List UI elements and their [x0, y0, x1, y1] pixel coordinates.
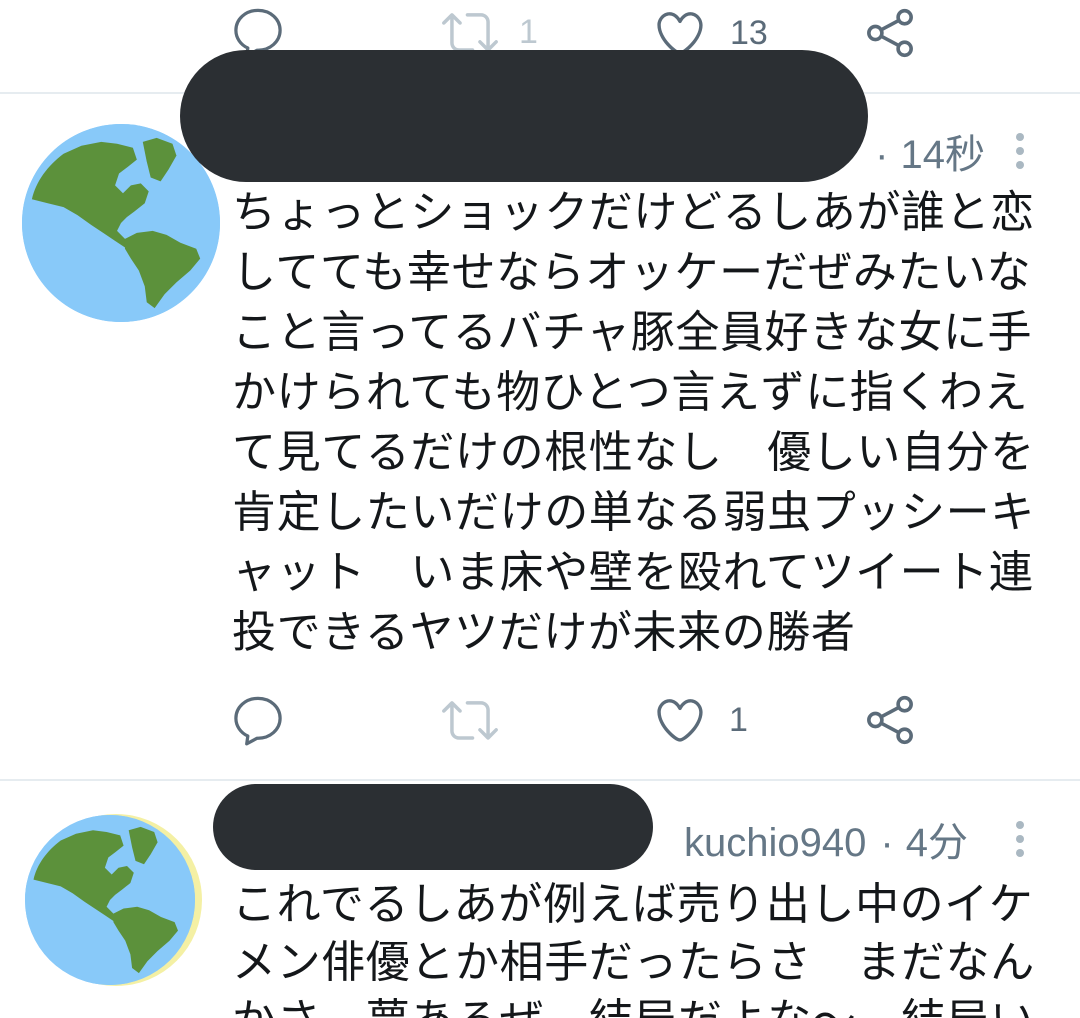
tweet-text: これでるしあが例えば売り出し中のイケ メン俳優とか相手だったらさ まだなん かさ…	[232, 876, 1062, 1018]
tweet-text-line: 投できるヤツだけが未来の勝者	[232, 608, 856, 657]
retweet-button[interactable]	[440, 690, 500, 750]
tweet-text-line: 肯定したいだけの単なる弱虫プッシーキ	[232, 488, 1035, 537]
avatar[interactable]	[22, 124, 220, 322]
share-icon	[867, 8, 913, 58]
tweet[interactable]: · 14秒 ちょっとショックだけどるしあが誰と恋 してても幸せならオッケーだぜみた…	[0, 94, 1080, 779]
tweet-text-line: メン俳優とか相手だったらさ まだなん	[232, 938, 1035, 987]
meta-separator: ·	[880, 821, 894, 865]
like-count: 13	[730, 14, 768, 52]
more-options-button[interactable]	[1004, 814, 1036, 864]
more-options-button[interactable]	[1004, 126, 1036, 176]
earth-globe-icon	[22, 124, 220, 322]
meta-separator: ·	[875, 133, 889, 177]
redacted-author-name	[213, 784, 653, 870]
like-count: 1	[729, 701, 748, 739]
user-handle[interactable]: kuchio940	[684, 821, 866, 865]
tweet-text-line: してても幸せならオッケーだぜみたいな	[232, 248, 1032, 297]
like-button[interactable]	[650, 690, 710, 750]
tweet-meta: kuchio940 · 4分	[684, 819, 968, 867]
tweet-text-line: ャット いま床や壁を殴れてツイート連	[232, 548, 1034, 597]
share-button[interactable]	[860, 690, 920, 750]
reply-icon	[234, 696, 282, 746]
share-button[interactable]	[860, 3, 920, 63]
retweet-icon	[442, 701, 498, 740]
timestamp[interactable]: 14秒	[901, 133, 986, 177]
tweet-actions: 1	[0, 688, 1080, 754]
timestamp[interactable]: 4分	[906, 821, 968, 865]
tweet-text-line: て見てるだけの根性なし 優しい自分を	[232, 428, 1035, 477]
tweet-text-line: ちょっとショックだけどるしあが誰と恋	[232, 188, 1035, 237]
more-options-icon	[1016, 133, 1024, 169]
timeline: 1 13 · 14秒 ちょっとショックだけどるしあが誰と恋 してても幸せならオッ…	[0, 0, 1080, 1018]
tweet-text-line: かさ 夢あるぜ 結局だよな〜 結局い	[232, 992, 1062, 1018]
tweet-text-line: かけられても物ひとつ言えずに指くわえ	[232, 368, 1029, 417]
reply-button[interactable]	[228, 690, 288, 750]
redacted-author-name	[180, 50, 868, 182]
share-icon	[867, 695, 913, 745]
tweet-text: ちょっとショックだけどるしあが誰と恋 してても幸せならオッケーだぜみたいな こと…	[232, 183, 1062, 663]
tweet-text-line: これでるしあが例えば売り出し中のイケ	[232, 880, 1034, 929]
more-options-icon	[1016, 821, 1024, 857]
tweet-meta: · 14秒	[875, 131, 985, 179]
heart-icon	[657, 699, 703, 742]
tweet-text-line: こと言ってるバチャ豚全員好きな女に手	[232, 308, 1033, 357]
earth-globe-icon	[25, 815, 195, 985]
avatar[interactable]	[25, 815, 195, 985]
retweet-count: 1	[519, 13, 538, 51]
